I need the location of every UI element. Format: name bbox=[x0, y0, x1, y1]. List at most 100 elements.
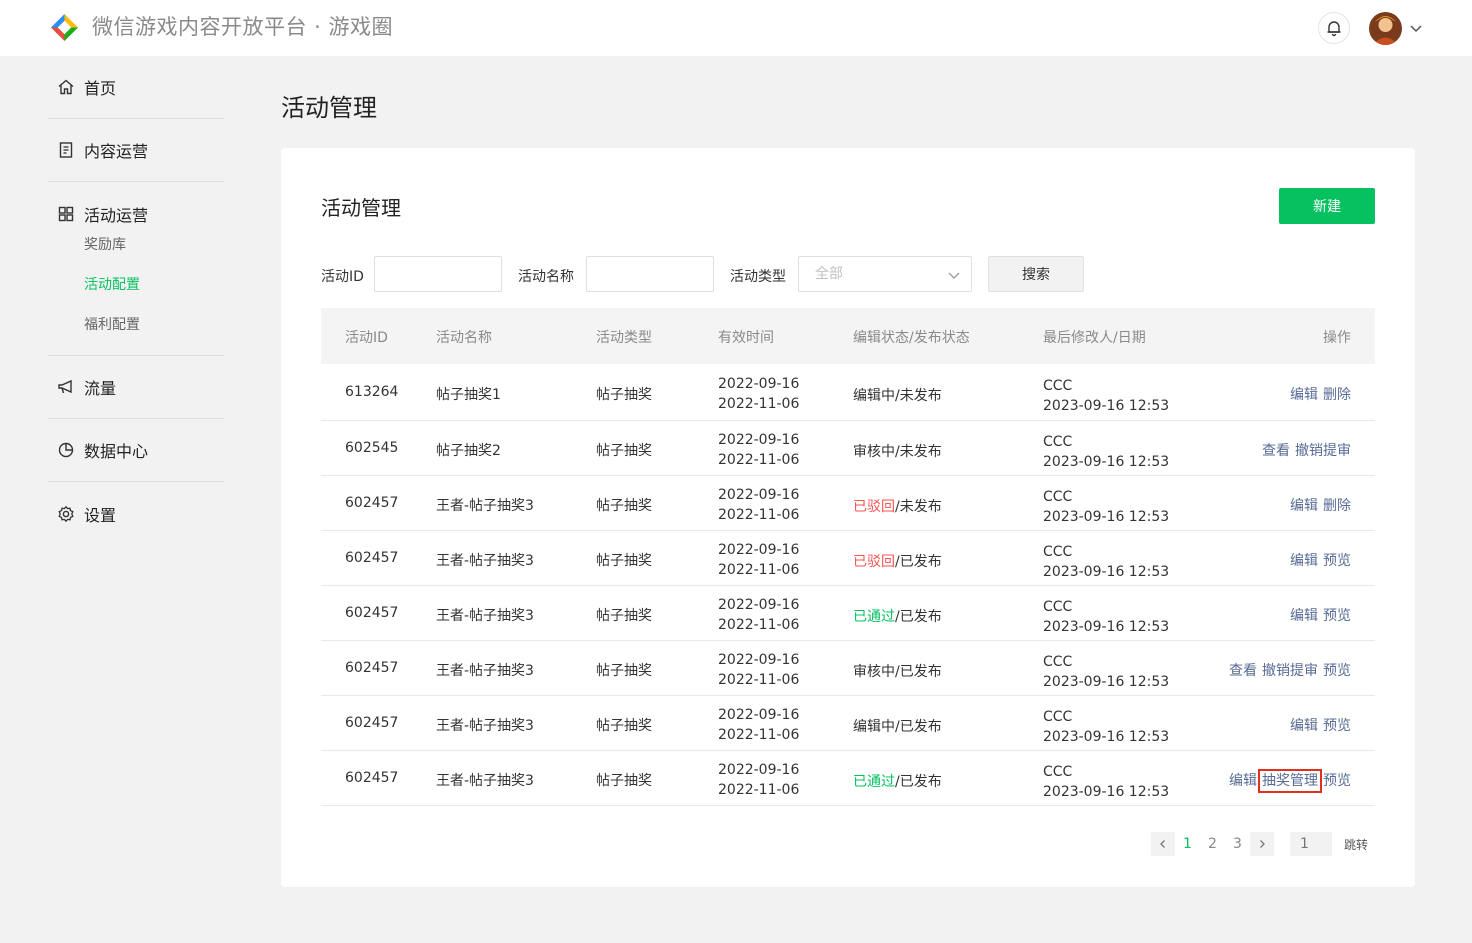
row-action-link[interactable]: 查看 bbox=[1262, 443, 1290, 459]
row-action-link[interactable]: 删除 bbox=[1323, 387, 1351, 403]
cell-time-start: 2022-09-16 bbox=[718, 542, 800, 558]
sidebar-item-data[interactable]: 数据中心 bbox=[48, 419, 224, 482]
page-jump-button[interactable]: 跳转 bbox=[1344, 836, 1368, 853]
cell-time: 2022-09-16 2022-11-06 bbox=[718, 374, 799, 414]
row-action-link[interactable]: 撤销提审 bbox=[1262, 663, 1318, 679]
prev-page-button[interactable] bbox=[1151, 832, 1175, 856]
table-row: 602457 王者-帖子抽奖3 帖子抽奖 2022-09-16 2022-11-06 审核… bbox=[321, 641, 1375, 696]
row-action-link[interactable]: 预览 bbox=[1323, 773, 1351, 789]
sidebar-item-label: 数据中心 bbox=[84, 442, 149, 461]
cell-type: 帖子抽奖 bbox=[596, 443, 652, 459]
cell-time-start: 2022-09-16 bbox=[718, 707, 800, 723]
cell-type: 帖子抽奖 bbox=[596, 608, 652, 624]
row-action-link[interactable]: 预览 bbox=[1323, 663, 1351, 679]
cell-modifier: CCC 2023-09-16 12:53 bbox=[1043, 432, 1169, 472]
row-action-link[interactable]: 查看 bbox=[1229, 663, 1257, 679]
cell-modifier-name: CCC bbox=[1043, 764, 1073, 780]
row-action-link[interactable]: 预览 bbox=[1323, 553, 1351, 569]
cell-type: 帖子抽奖 bbox=[596, 718, 652, 734]
cell-time: 2022-09-16 2022-11-06 bbox=[718, 595, 799, 635]
page-3[interactable]: 3 bbox=[1225, 836, 1250, 852]
publish-status: /已发布 bbox=[895, 664, 942, 680]
activity-card: 活动管理 新建 活动ID 活动名称 活动类型 全部 搜索 活动ID 活动名称 活… bbox=[281, 148, 1415, 887]
row-action-link[interactable]: 编辑 bbox=[1290, 553, 1318, 569]
sidebar-item-activity[interactable]: 活动运营 bbox=[48, 182, 224, 245]
row-action-link[interactable]: 抽奖管理 bbox=[1258, 769, 1322, 793]
sidebar-item-label: 流量 bbox=[84, 379, 117, 398]
publish-status: /已发布 bbox=[895, 554, 942, 570]
user-avatar[interactable] bbox=[1369, 12, 1402, 45]
card-title: 活动管理 bbox=[321, 196, 401, 220]
pagination: 1 2 3 跳转 bbox=[1151, 832, 1368, 856]
cell-time: 2022-09-16 2022-11-06 bbox=[718, 485, 799, 525]
megaphone-icon bbox=[57, 378, 75, 396]
activity-name-input[interactable] bbox=[586, 256, 714, 292]
activity-type-select[interactable]: 全部 bbox=[798, 256, 972, 292]
cell-id: 602457 bbox=[345, 495, 399, 511]
row-action-link[interactable]: 编辑 bbox=[1290, 608, 1318, 624]
cell-time-start: 2022-09-16 bbox=[718, 597, 800, 613]
cell-actions: 编辑 预览 bbox=[1285, 550, 1351, 570]
pie-chart-icon bbox=[57, 441, 75, 459]
chevron-down-icon[interactable] bbox=[1408, 20, 1424, 36]
cell-time-end: 2022-11-06 bbox=[718, 727, 800, 743]
edit-status: 审核中 bbox=[853, 664, 895, 680]
page-jump-input[interactable] bbox=[1290, 832, 1332, 856]
cell-name: 王者-帖子抽奖3 bbox=[436, 663, 534, 679]
cell-time-start: 2022-09-16 bbox=[718, 487, 800, 503]
cell-actions: 编辑 删除 bbox=[1285, 384, 1351, 404]
sidebar-item-settings[interactable]: 设置 bbox=[48, 482, 224, 545]
activity-id-input[interactable] bbox=[374, 256, 502, 292]
app-title: 微信游戏内容开放平台 · 游戏圈 bbox=[92, 15, 394, 39]
cell-modified-date: 2023-09-16 12:53 bbox=[1043, 564, 1170, 580]
new-activity-button[interactable]: 新建 bbox=[1279, 188, 1375, 224]
cell-modifier: CCC 2023-09-16 12:53 bbox=[1043, 376, 1169, 416]
cell-modifier-name: CCC bbox=[1043, 489, 1073, 505]
cell-status: 已通过/已发布 bbox=[853, 771, 942, 791]
row-action-link[interactable]: 删除 bbox=[1323, 498, 1351, 514]
cell-modifier-name: CCC bbox=[1043, 378, 1073, 394]
row-action-link[interactable]: 编辑 bbox=[1290, 387, 1318, 403]
cell-time-end: 2022-11-06 bbox=[718, 562, 800, 578]
cell-modifier-name: CCC bbox=[1043, 544, 1073, 560]
cell-modified-date: 2023-09-16 12:53 bbox=[1043, 509, 1170, 525]
sidebar-item-traffic[interactable]: 流量 bbox=[48, 356, 224, 419]
row-action-link[interactable]: 预览 bbox=[1323, 718, 1351, 734]
page-2[interactable]: 2 bbox=[1200, 836, 1225, 852]
cell-time: 2022-09-16 2022-11-06 bbox=[718, 540, 799, 580]
sidebar-subitem-welfare[interactable]: 福利配置 bbox=[48, 305, 224, 345]
cell-modifier: CCC 2023-09-16 12:53 bbox=[1043, 597, 1169, 637]
notification-bell-button[interactable] bbox=[1318, 12, 1350, 44]
cell-time-end: 2022-11-06 bbox=[718, 507, 800, 523]
row-action-link[interactable]: 编辑 bbox=[1290, 498, 1318, 514]
cell-time-end: 2022-11-06 bbox=[718, 782, 800, 798]
activity-table: 活动ID 活动名称 活动类型 有效时间 编辑状态/发布状态 最后修改人/日期 操… bbox=[321, 308, 1375, 806]
table-row: 602457 王者-帖子抽奖3 帖子抽奖 2022-09-16 2022-11-06 编辑… bbox=[321, 696, 1375, 751]
row-action-link[interactable]: 撤销提审 bbox=[1295, 443, 1351, 459]
cell-actions: 查看 撤销提审 预览 bbox=[1224, 660, 1351, 680]
sidebar-item-home[interactable]: 首页 bbox=[48, 56, 224, 119]
page-1[interactable]: 1 bbox=[1175, 836, 1200, 852]
publish-status: /未发布 bbox=[895, 499, 942, 515]
avatar-image bbox=[1369, 12, 1402, 45]
cell-modifier: CCC 2023-09-16 12:53 bbox=[1043, 542, 1169, 582]
edit-status: 已通过 bbox=[853, 609, 895, 625]
sidebar-item-content[interactable]: 内容运营 bbox=[48, 119, 224, 182]
row-action-link[interactable]: 编辑 bbox=[1229, 773, 1257, 789]
cell-status: 审核中/未发布 bbox=[853, 441, 942, 461]
cell-modifier-name: CCC bbox=[1043, 434, 1073, 450]
sidebar-subitem-activity-config[interactable]: 活动配置 bbox=[48, 265, 224, 305]
cell-modified-date: 2023-09-16 12:53 bbox=[1043, 674, 1170, 690]
row-action-link[interactable]: 预览 bbox=[1323, 608, 1351, 624]
cell-id: 613264 bbox=[345, 384, 399, 400]
search-button[interactable]: 搜索 bbox=[988, 256, 1084, 292]
row-action-link[interactable]: 编辑 bbox=[1290, 718, 1318, 734]
next-page-button[interactable] bbox=[1250, 832, 1274, 856]
publish-status: /已发布 bbox=[895, 609, 942, 625]
cell-status: 已驳回/未发布 bbox=[853, 496, 942, 516]
home-icon bbox=[57, 78, 75, 96]
cell-time-start: 2022-09-16 bbox=[718, 762, 800, 778]
publish-status: /未发布 bbox=[895, 444, 942, 460]
cell-status: 已驳回/已发布 bbox=[853, 551, 942, 571]
sidebar-item-label: 设置 bbox=[84, 505, 117, 525]
